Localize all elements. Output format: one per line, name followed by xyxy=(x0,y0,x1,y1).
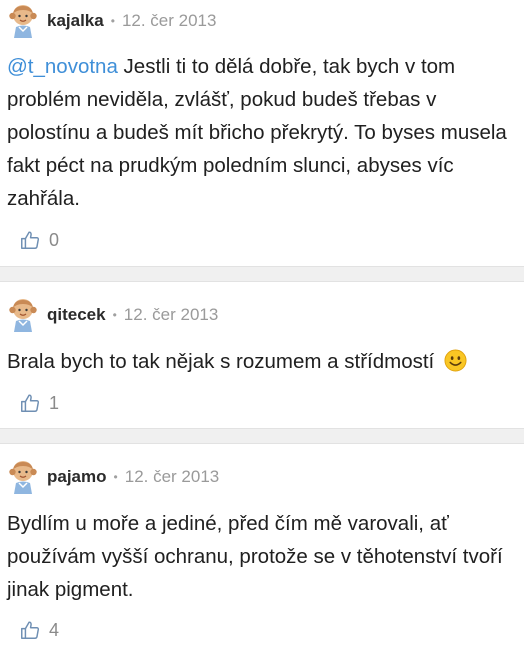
comment-item: pajamo • 12. čer 2013 Bydlím u moře a je… xyxy=(0,444,524,650)
comment-date: 12. čer 2013 xyxy=(123,305,219,324)
comment-header: qitecek • 12. čer 2013 xyxy=(8,295,218,335)
comment-header: pajamo • 12. čer 2013 xyxy=(8,457,219,497)
comment-date: 12. čer 2013 xyxy=(124,467,220,486)
comment-text: Brala bych to tak nějak s rozumem a stří… xyxy=(7,345,512,378)
girl-avatar-icon[interactable] xyxy=(8,298,38,332)
comment-text-content: Bydlím u moře a jediné, před čím mě varo… xyxy=(7,512,503,601)
username[interactable]: pajamo xyxy=(47,467,107,487)
comment-item: kajalka • 12. čer 2013 @t_novotna Jestli… xyxy=(0,0,524,266)
comment-text-content: Jestli ti to dělá dobře, tak bych v tom … xyxy=(7,55,507,210)
user-mention-link[interactable]: @t_novotna xyxy=(7,55,118,78)
thumbs-up-icon xyxy=(19,619,41,641)
comment-divider xyxy=(0,266,524,282)
smiley-emoji xyxy=(444,349,467,372)
comment-date: 12. čer 2013 xyxy=(121,11,217,30)
meta-separator: • xyxy=(110,14,115,28)
meta-separator: • xyxy=(113,470,118,484)
like-button[interactable]: 1 xyxy=(19,390,59,416)
comment-text-content: Brala bych to tak nějak s rozumem a stří… xyxy=(7,350,435,373)
meta-separator: • xyxy=(112,308,117,322)
comment-text: @t_novotna Jestli ti to dělá dobře, tak … xyxy=(7,50,512,215)
like-button[interactable]: 0 xyxy=(19,227,59,253)
like-count: 4 xyxy=(49,619,60,640)
like-count: 1 xyxy=(49,392,60,413)
like-count: 0 xyxy=(49,229,60,250)
comment-text: Bydlím u moře a jediné, před čím mě varo… xyxy=(7,507,512,606)
comment-divider xyxy=(0,428,524,444)
username[interactable]: qitecek xyxy=(47,305,106,325)
comment-feed: kajalka • 12. čer 2013 @t_novotna Jestli… xyxy=(0,0,524,650)
username[interactable]: kajalka xyxy=(47,11,104,31)
girl-avatar-icon[interactable] xyxy=(8,4,38,38)
comment-item: qitecek • 12. čer 2013 Brala bych to tak… xyxy=(0,282,524,428)
comment-header: kajalka • 12. čer 2013 xyxy=(8,1,216,41)
girl-avatar-icon[interactable] xyxy=(8,460,38,494)
thumbs-up-icon xyxy=(19,229,41,251)
like-button[interactable]: 4 xyxy=(19,617,59,643)
thumbs-up-icon xyxy=(19,392,41,414)
